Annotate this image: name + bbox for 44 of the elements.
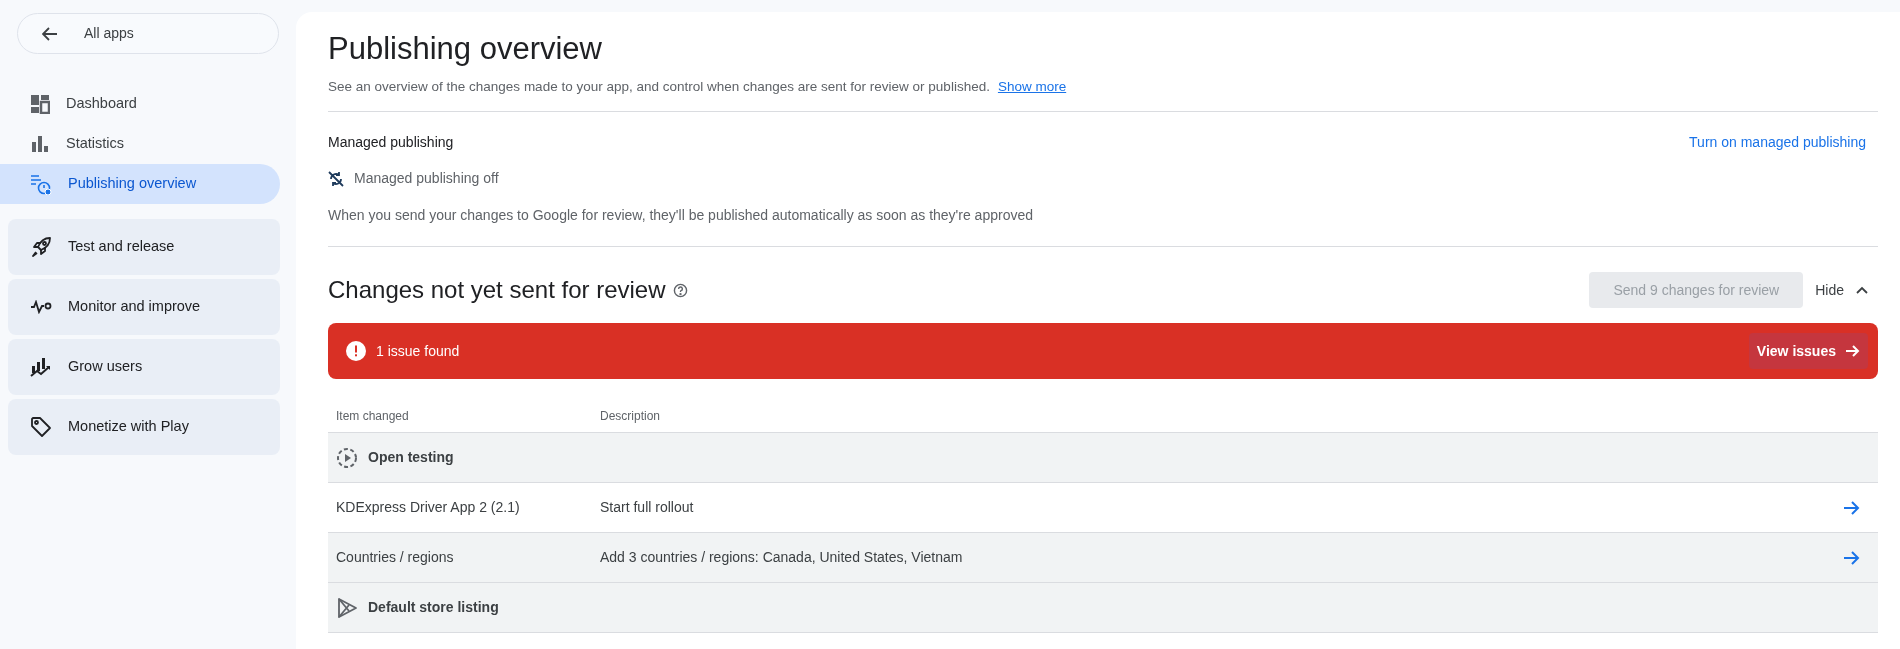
nav-item[interactable]: Publishing overview <box>0 164 280 204</box>
dashboard-icon <box>30 94 50 114</box>
play-triangle-icon <box>336 596 358 619</box>
hide-toggle[interactable]: Hide <box>1815 279 1868 301</box>
bar-chart-icon <box>30 134 50 154</box>
table-cell-text: Add 3 countries / regions: Canada, United States, Vietnam <box>600 548 964 568</box>
sync-off-icon <box>328 170 344 187</box>
section-heading: Changes not yet sent for review <box>328 275 666 306</box>
list-clock-icon <box>30 173 52 195</box>
nav-item[interactable]: Statistics <box>0 124 280 164</box>
nav-section[interactable]: Monetize with Play <box>8 399 280 455</box>
pulse-icon <box>30 300 52 314</box>
play-circle-icon <box>336 446 358 469</box>
nav-section[interactable]: Grow users <box>8 339 280 395</box>
page-description: See an overview of the changes made to your app, and control when changes are sent for review or published. <box>328 78 990 96</box>
arrow-right-icon[interactable] <box>1844 500 1860 515</box>
chevron-up-icon <box>1856 286 1868 295</box>
column-header: Item changed <box>335 407 410 425</box>
page-title: Publishing overview <box>328 30 603 68</box>
show-more-link[interactable]: Show more <box>997 77 1067 98</box>
issue-count-text: 1 issue found <box>376 341 460 361</box>
back-arrow-icon <box>42 26 58 41</box>
error-icon <box>346 341 366 362</box>
tag-icon <box>30 416 52 438</box>
turn-on-managed-publishing-link[interactable]: Turn on managed publishing <box>1689 132 1866 154</box>
group-label: Default store listing <box>368 598 499 618</box>
group-label: Open testing <box>368 448 454 468</box>
all-apps-button[interactable]: All apps <box>17 13 279 54</box>
table-cell-text: KDExpress Driver App 2 (2.1) <box>335 498 521 518</box>
section-title: Managed publishing <box>328 133 454 153</box>
nav-item[interactable]: Dashboard <box>0 84 280 124</box>
arrow-right-icon <box>1846 345 1860 358</box>
growth-chart-icon <box>30 356 52 378</box>
managed-publishing-description: When you send your changes to Google for review, they'll be published automatically as soon as they're approved <box>328 206 1034 226</box>
view-issues-button[interactable]: View issues <box>1748 333 1868 370</box>
help-icon[interactable] <box>672 282 688 298</box>
nav-section[interactable]: Monitor and improve <box>8 279 280 335</box>
table-cell-text: Countries / regions <box>335 548 455 568</box>
column-header: Description <box>600 407 662 425</box>
table-cell-text: Start full rollout <box>600 498 695 518</box>
nav-section[interactable]: Test and release <box>8 219 280 275</box>
rocket-icon <box>30 236 52 258</box>
status-text: Managed publishing off <box>354 169 499 189</box>
arrow-right-icon[interactable] <box>1844 550 1860 565</box>
